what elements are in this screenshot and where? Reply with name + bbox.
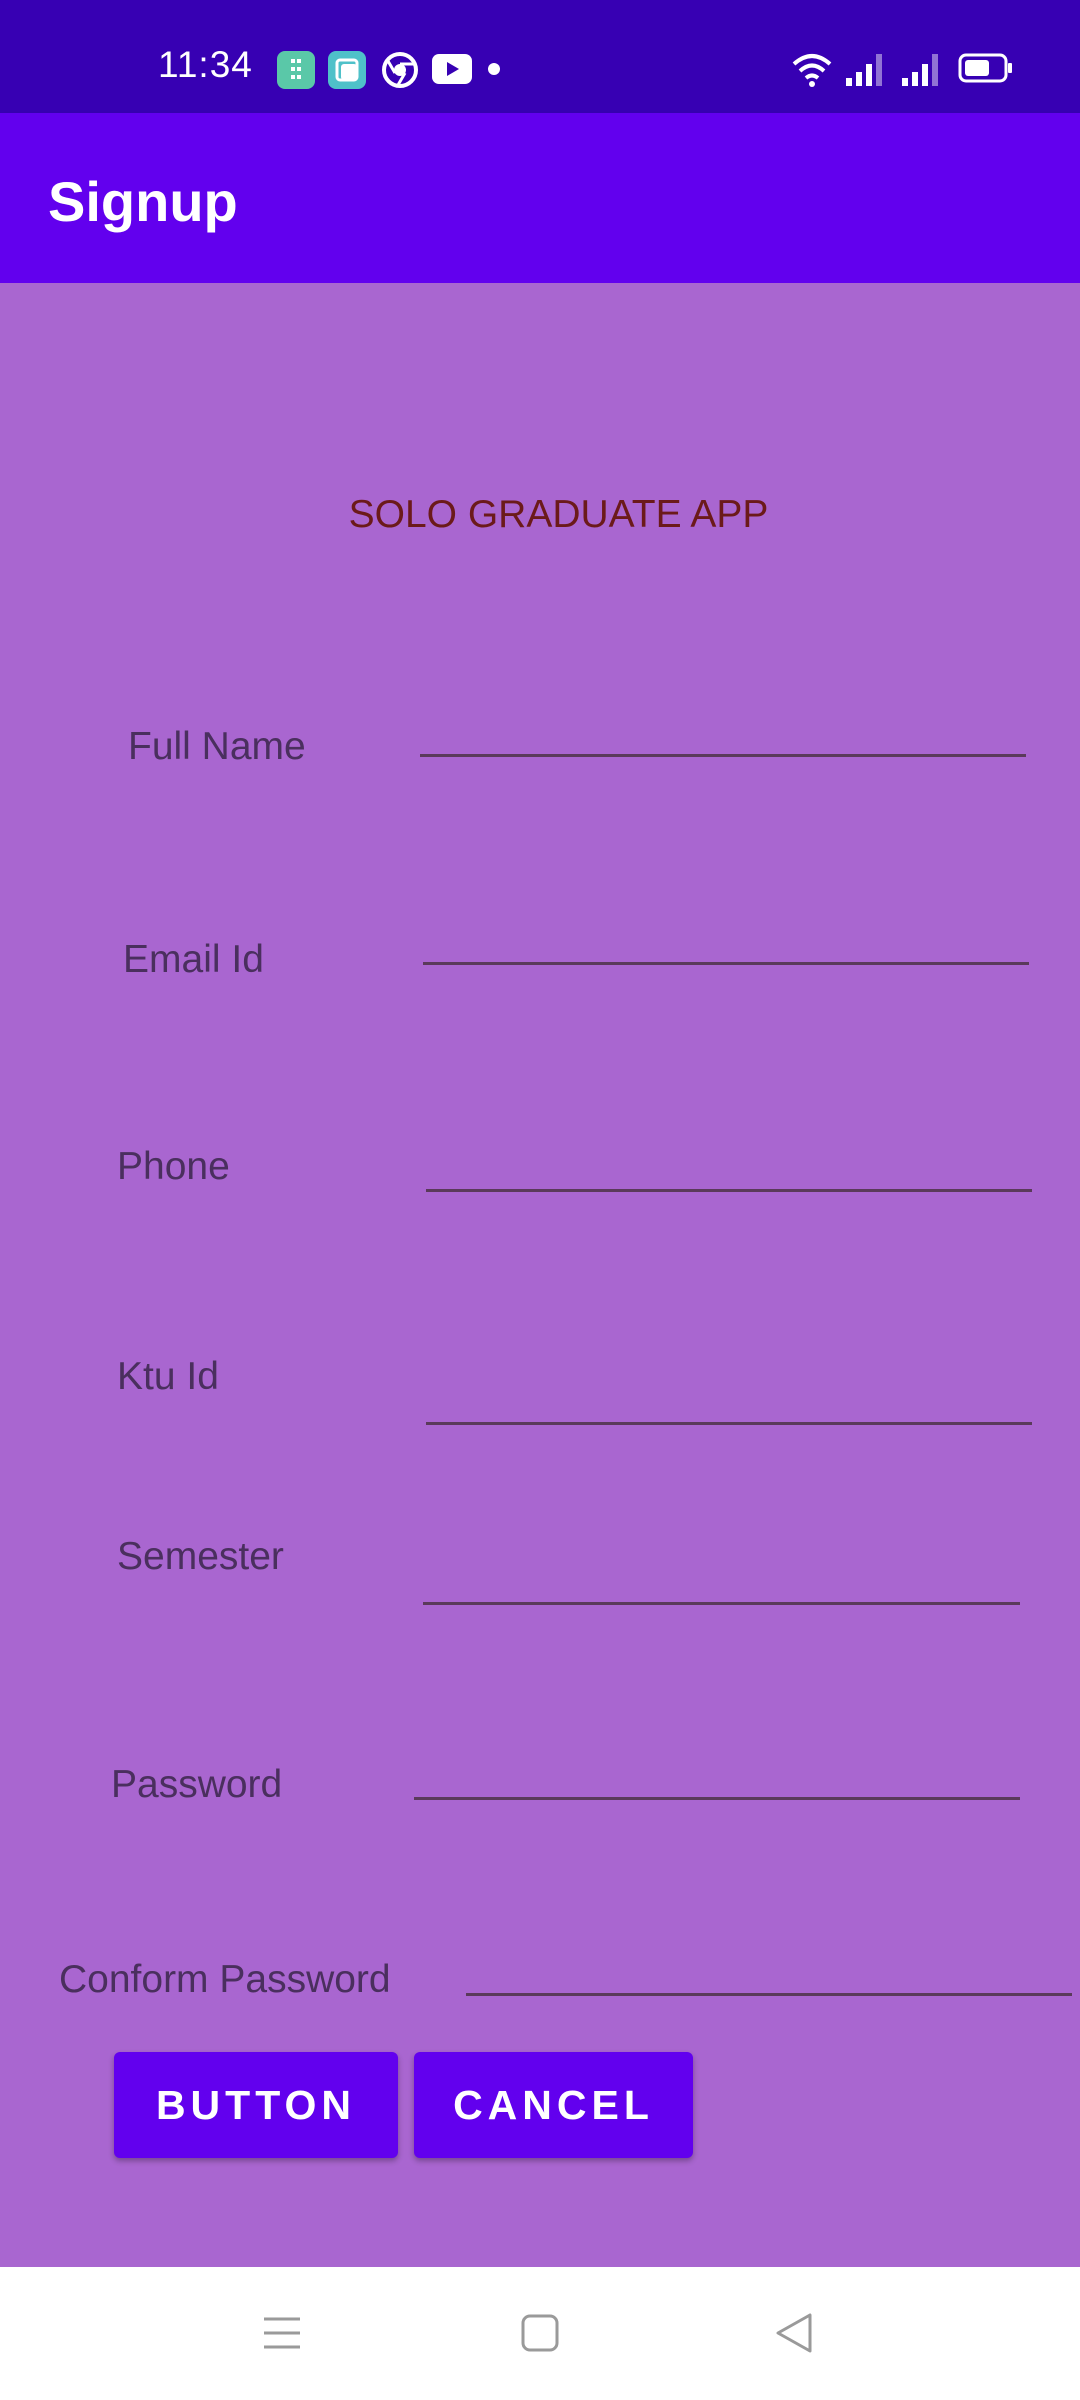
- gallery-app-icon: [328, 51, 366, 89]
- navigation-bar: [0, 2267, 1080, 2400]
- back-icon[interactable]: [774, 2311, 814, 2355]
- full-name-label: Full Name: [128, 725, 306, 768]
- battery-icon: [958, 53, 1012, 83]
- signal-icon: [846, 54, 882, 86]
- home-icon[interactable]: [520, 2313, 560, 2353]
- semester-label: Semester: [117, 1535, 284, 1578]
- phone-input[interactable]: [426, 1152, 1032, 1192]
- ktu-id-input[interactable]: [426, 1385, 1032, 1425]
- app-heading: SOLO GRADUATE APP: [348, 493, 769, 536]
- app-title: Signup: [48, 170, 238, 233]
- status-bar: 11:34: [0, 0, 1080, 113]
- status-time: 11:34: [158, 44, 253, 85]
- password-label: Password: [111, 1763, 283, 1806]
- semester-input[interactable]: [423, 1565, 1020, 1605]
- email-id-label: Email Id: [123, 938, 264, 981]
- cancel-button[interactable]: CANCEL: [414, 2052, 693, 2158]
- calculator-app-icon: [277, 51, 315, 89]
- signal-icon: [902, 54, 938, 86]
- app-bar: Signup: [0, 113, 1080, 283]
- notification-dot-icon: [488, 63, 500, 75]
- full-name-input[interactable]: [420, 717, 1026, 757]
- confirm-password-input[interactable]: [466, 1956, 1072, 1996]
- chrome-icon: [382, 52, 418, 88]
- wifi-icon: [792, 54, 832, 87]
- email-id-input[interactable]: [423, 925, 1029, 965]
- phone-label: Phone: [117, 1145, 230, 1188]
- ktu-id-label: Ktu Id: [117, 1355, 219, 1398]
- menu-icon[interactable]: [262, 2313, 302, 2353]
- submit-button[interactable]: BUTTON: [114, 2052, 398, 2158]
- confirm-password-label: Conform Password: [59, 1958, 391, 2001]
- password-input[interactable]: [414, 1760, 1020, 1800]
- youtube-icon: [432, 54, 472, 84]
